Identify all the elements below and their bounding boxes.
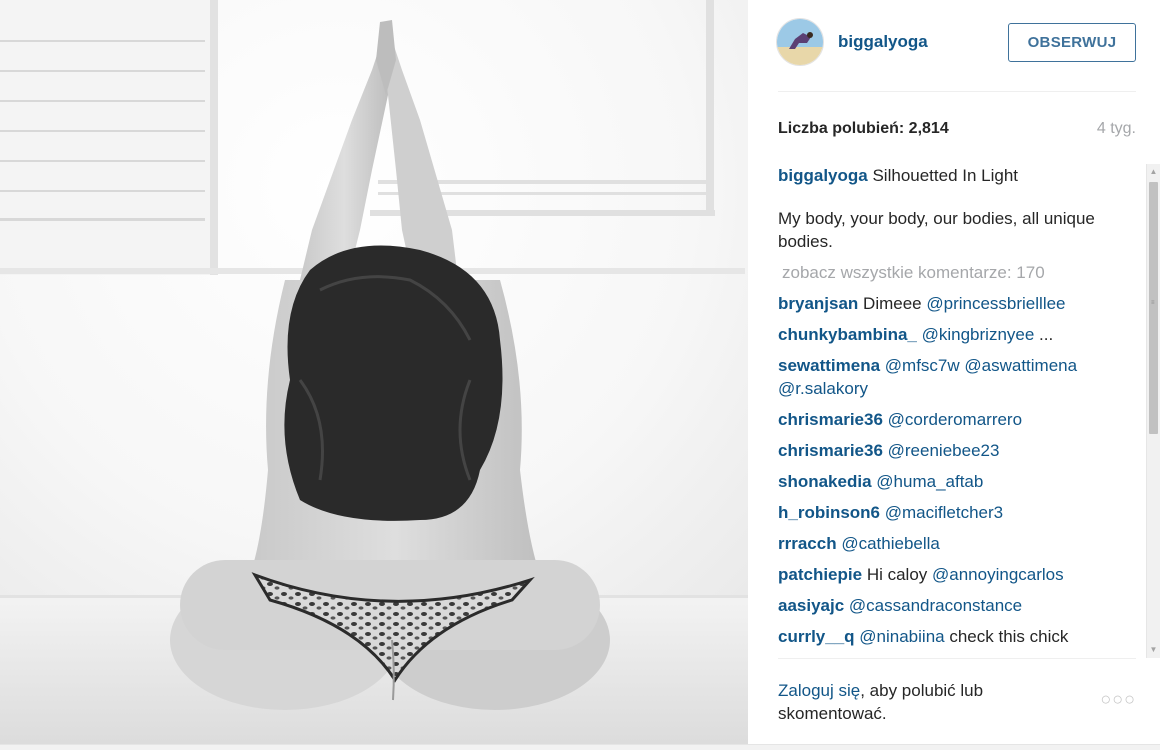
comment-item: chrismarie36 @reeniebee23 [778,439,1130,462]
login-prompt: Zaloguj się, aby polubić lub skomentować… [778,679,1038,725]
comment-mention[interactable]: @annoyingcarlos [932,565,1064,584]
comments-scrollbar[interactable]: ▲ ≡ ▼ [1146,164,1160,658]
grip-icon: ≡ [1151,300,1155,306]
caption-body: My body, your body, our bodies, all uniq… [778,209,1095,251]
comment-items: bryanjsan Dimeee @princessbrielllee chunk… [778,292,1130,648]
likes-number: 2,814 [908,120,949,137]
comment-item: h_robinson6 @macifletcher3 [778,501,1130,524]
comment-mention[interactable]: @corderomarrero [888,410,1022,429]
comment-username[interactable]: shonakedia [778,472,872,491]
divider [778,91,1136,92]
comment-mention[interactable]: @huma_aftab [876,472,983,491]
comment-username[interactable]: chunkybambina_ [778,325,917,344]
comment-mention[interactable]: @macifletcher3 [885,503,1003,522]
comments-list[interactable]: biggalyoga Silhouetted In Light My body,… [778,164,1130,658]
comment-username[interactable]: sewattimena [778,356,880,375]
comment-mention[interactable]: @ninabiina [859,627,944,646]
scroll-down-arrow-icon[interactable]: ▼ [1147,642,1160,658]
comment-mention[interactable]: @reeniebee23 [888,441,1000,460]
comment-item: chunkybambina_ @kingbriznyee ... [778,323,1130,346]
more-options-icon[interactable]: ○○○ [1100,690,1136,708]
divider [778,658,1136,659]
comment-username[interactable]: chrismarie36 [778,410,883,429]
photo-illustration [0,0,748,744]
scroll-thumb[interactable]: ≡ [1149,182,1158,434]
comment-username[interactable]: bryanjsan [778,294,858,313]
comment-mention[interactable]: @cassandraconstance [849,596,1022,615]
caption: biggalyoga Silhouetted In Light [778,164,1130,187]
post-photo[interactable] [0,0,748,744]
comment-item: aasiyajc @cassandraconstance [778,594,1130,617]
avatar-image [777,19,823,65]
comment-item: rrracch @cathiebella [778,532,1130,555]
comment-item: currly__q @ninabiina check this chick [778,625,1130,648]
view-all-comments-link[interactable]: zobacz wszystkie komentarze: 170 [778,261,1130,284]
follow-button[interactable]: OBSERWUJ [1008,23,1136,62]
comment-mention[interactable]: @cathiebella [841,534,940,553]
post-age[interactable]: 4 tyg. [1097,120,1136,138]
caption-title: Silhouetted In Light [872,166,1019,185]
likes-count[interactable]: Liczba polubień: 2,814 [778,120,949,138]
likes-label: Liczba polubień: [778,120,905,137]
comment-username[interactable]: patchiepie [778,565,862,584]
comment-username[interactable]: aasiyajc [778,596,844,615]
comment-mention[interactable]: @kingbriznyee [922,325,1035,344]
page-bottom-edge [0,744,1160,750]
comment-item: patchiepie Hi caloy @annoyingcarlos [778,563,1130,586]
comment-mention[interactable]: @princessbrielllee [926,294,1065,313]
comment-username[interactable]: chrismarie36 [778,441,883,460]
comment-item: sewattimena @mfsc7w @aswattimena @r.sala… [778,354,1130,400]
avatar[interactable] [776,18,824,66]
comment-item: bryanjsan Dimeee @princessbrielllee [778,292,1130,315]
comment-username[interactable]: rrracch [778,534,837,553]
username-link[interactable]: biggalyoga [838,32,928,52]
comment-item: chrismarie36 @corderomarrero [778,408,1130,431]
comment-text: Dimeee [863,294,927,313]
comment-item: shonakedia @huma_aftab [778,470,1130,493]
login-link[interactable]: Zaloguj się [778,681,860,700]
comment-username[interactable]: h_robinson6 [778,503,880,522]
post-panel: biggalyoga OBSERWUJ Liczba polubień: 2,8… [748,0,1160,744]
comment-text: ... [1034,325,1054,344]
scroll-up-arrow-icon[interactable]: ▲ [1147,164,1160,180]
comment-text: Hi caloy [866,565,933,584]
comment-text: check this chick [944,627,1069,646]
caption-username[interactable]: biggalyoga [778,166,868,185]
comment-username[interactable]: currly__q [778,627,855,646]
post-header: biggalyoga OBSERWUJ [748,0,1160,92]
